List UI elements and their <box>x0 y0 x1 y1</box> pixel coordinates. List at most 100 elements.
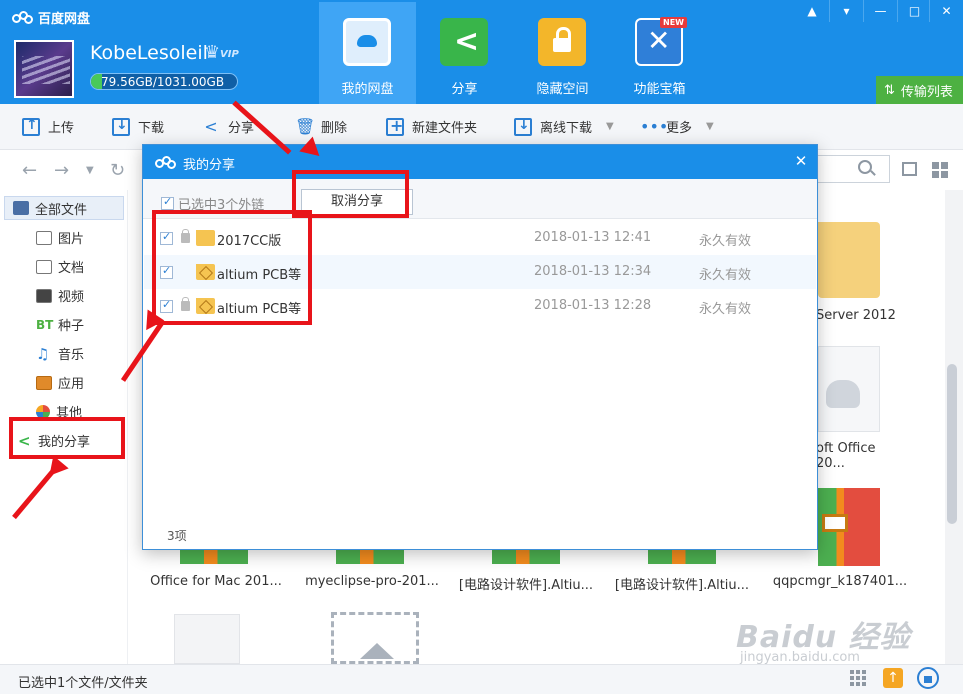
share-validity: 永久有效 <box>699 234 752 249</box>
share-date: 2018-01-13 12:41 <box>534 230 652 245</box>
tab-share[interactable]: 分享 <box>416 2 513 104</box>
menu-icon[interactable]: ▾ <box>829 0 863 22</box>
sidebar-item-label: 图片 <box>58 232 85 247</box>
archive-icon[interactable] <box>492 550 560 564</box>
offline-download-label: 离线下载 <box>540 121 593 136</box>
new-folder-label: 新建文件夹 <box>412 121 478 136</box>
tab-hidden-space[interactable]: 隐藏空间 <box>514 2 611 104</box>
sidebar-item-label: 应用 <box>58 377 85 392</box>
share-validity: 永久有效 <box>699 268 752 283</box>
username[interactable]: KobeLesoleil <box>90 42 208 64</box>
sidebar-item-torrents[interactable]: BT 种子 <box>36 315 84 335</box>
new-badge: NEW <box>660 17 687 28</box>
archive-icon[interactable] <box>180 550 248 564</box>
sidebar-item-label: 音乐 <box>58 348 85 363</box>
dialog-titlebar[interactable]: 我的分享 ✕ <box>143 145 817 179</box>
maximize-icon[interactable]: □ <box>897 0 931 22</box>
archive-clip-icon <box>822 514 848 532</box>
upload-dropzone[interactable] <box>331 612 419 664</box>
vip-badge[interactable]: ♛ VIP <box>204 42 244 66</box>
file-tile-label[interactable]: qqpcmgr_k187401... <box>770 574 910 589</box>
share-date: 2018-01-13 12:34 <box>534 264 652 279</box>
storage-bar: 79.56GB/1031.00GB <box>90 73 238 90</box>
file-tile-label[interactable]: [电路设计软件].Altiu... <box>456 574 596 593</box>
dialog-title: 我的分享 <box>183 158 236 173</box>
sidebar-item-label: 全部文件 <box>35 202 88 218</box>
crown-icon: ♛ <box>204 42 221 63</box>
sidebar-item-videos[interactable]: 视频 <box>36 286 84 305</box>
refresh-icon[interactable]: ↻ <box>110 160 125 181</box>
archive-icon[interactable] <box>336 550 404 564</box>
music-icon: ♫ <box>36 344 50 363</box>
app-title-text: 百度网盘 <box>38 12 91 27</box>
search-icon[interactable] <box>858 160 872 174</box>
archive-icon[interactable] <box>648 550 716 564</box>
upload-icon <box>22 117 40 136</box>
grid-view-icon[interactable] <box>932 162 948 178</box>
sidebar-item-music[interactable]: ♫ 音乐 <box>36 344 85 364</box>
search-input[interactable] <box>810 155 890 183</box>
storage-text: 79.56GB/1031.00GB <box>101 75 225 89</box>
lock-icon[interactable] <box>917 667 939 689</box>
forward-icon[interactable]: → <box>54 160 69 181</box>
trash-icon: 🗑 <box>295 117 316 136</box>
transfer-list-button[interactable]: ⇅ 传输列表 <box>876 76 963 104</box>
tab-label: 我的网盘 <box>341 82 394 97</box>
delete-label: 删除 <box>321 121 348 136</box>
annotation-box-cancel <box>292 170 409 218</box>
download-button[interactable]: 下载 <box>112 117 164 136</box>
share-button[interactable]: < 分享 <box>202 117 254 136</box>
sidebar-item-all-files[interactable]: 全部文件 <box>4 196 124 220</box>
new-folder-icon <box>386 116 404 136</box>
folder-icon[interactable] <box>818 222 880 298</box>
tab-label: 功能宝箱 <box>633 82 686 97</box>
grid-icon[interactable] <box>850 670 866 686</box>
tab-my-disk[interactable]: 我的网盘 <box>319 2 416 104</box>
file-tile-label[interactable]: [电路设计软件].Altiu... <box>612 574 752 593</box>
notification-icon[interactable]: ▲ <box>795 0 829 22</box>
scrollbar-thumb[interactable] <box>947 364 957 524</box>
upload-arrow-icon[interactable]: ↑ <box>883 668 903 688</box>
file-tile-label[interactable]: myeclipse-pro-201... <box>302 574 442 589</box>
sidebar-item-apps[interactable]: 应用 <box>36 373 84 392</box>
document-icon <box>36 259 52 274</box>
avatar[interactable] <box>14 40 74 98</box>
back-icon[interactable]: ← <box>22 160 37 181</box>
upload-label: 上传 <box>48 121 75 136</box>
close-icon[interactable]: ✕ <box>791 151 811 171</box>
app-title: 百度网盘 <box>12 8 90 27</box>
delete-button[interactable]: 🗑 删除 <box>295 117 347 136</box>
close-icon[interactable]: ✕ <box>929 0 963 22</box>
disc-icon[interactable] <box>174 614 240 664</box>
checkbox[interactable] <box>161 195 174 210</box>
cloud-logo-icon <box>12 11 33 24</box>
lock-icon <box>538 18 586 66</box>
offline-download-icon <box>514 117 532 136</box>
transfer-list-label: 传输列表 <box>900 84 953 100</box>
share-icon <box>440 18 488 66</box>
vip-label: VIP <box>220 49 239 60</box>
tab-label: 隐藏空间 <box>536 82 589 97</box>
watermark-url: jingyan.baidu.com <box>740 650 860 665</box>
annotation-box-rows <box>152 210 312 325</box>
sidebar-item-docs[interactable]: 文档 <box>36 257 84 276</box>
share-date: 2018-01-13 12:28 <box>534 298 652 313</box>
header: 百度网盘 KobeLesoleil ♛ VIP 79.56GB/1031.00G… <box>0 0 963 104</box>
sidebar-item-label: 文档 <box>58 261 85 276</box>
cloud-logo-icon <box>155 156 176 169</box>
new-folder-button[interactable]: 新建文件夹 <box>386 116 478 136</box>
cloud-icon <box>826 380 860 408</box>
chevron-down-icon: ▼ <box>606 121 614 132</box>
upload-button[interactable]: 上传 <box>22 117 74 136</box>
more-button[interactable]: ••• 更多 ▼ <box>640 117 714 136</box>
more-label: 更多 <box>666 121 693 136</box>
history-chevron-icon[interactable]: ▼ <box>86 165 94 176</box>
minimize-icon[interactable]: — <box>863 0 897 22</box>
list-view-icon[interactable] <box>902 162 917 176</box>
sidebar-item-images[interactable]: 图片 <box>36 228 84 247</box>
share-icon: < <box>204 117 218 136</box>
tab-label: 分享 <box>451 82 478 97</box>
offline-download-button[interactable]: 离线下载 ▼ <box>514 117 614 136</box>
file-tile-label[interactable]: Office for Mac 201... <box>146 574 286 589</box>
app-icon <box>36 375 52 390</box>
